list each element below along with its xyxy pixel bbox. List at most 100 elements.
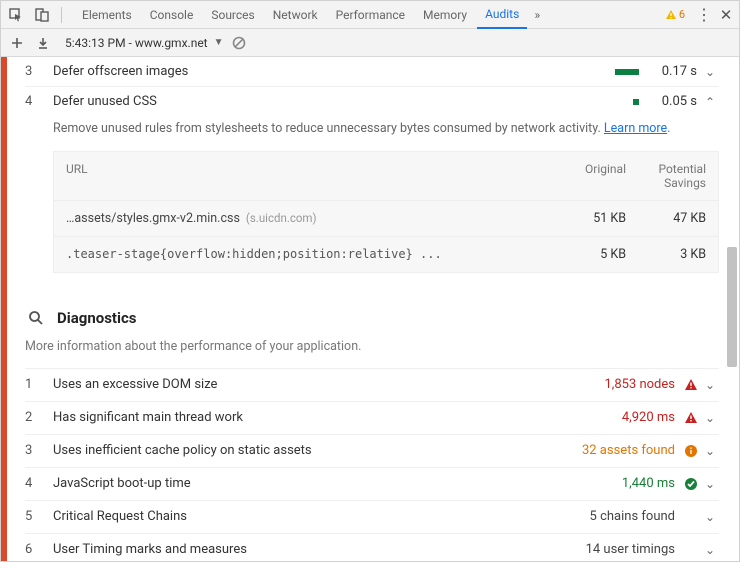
row-number: 2 xyxy=(25,410,53,425)
more-tabs-icon[interactable]: » xyxy=(529,8,545,22)
col-savings: Potential Savings xyxy=(626,162,706,190)
row-value: 4,920 ms xyxy=(622,410,675,425)
diagnostic-row[interactable]: 2Has significant main thread work4,920 m… xyxy=(25,401,719,434)
desc-text-post: . xyxy=(667,121,670,136)
opportunity-row[interactable]: 3 Defer offscreen images 0.17 s ⌄ xyxy=(25,57,719,86)
table-row: .teaser-stage{overflow:hidden;position:r… xyxy=(54,236,718,272)
row-number: 5 xyxy=(25,509,53,524)
warnings-count: 6 xyxy=(679,8,685,21)
chevron-down-icon[interactable]: ⌄ xyxy=(705,510,719,524)
row-number: 6 xyxy=(25,542,53,557)
row-title: Defer offscreen images xyxy=(53,64,579,79)
chevron-down-icon[interactable]: ⌄ xyxy=(705,477,719,491)
status-icon xyxy=(683,410,699,426)
audits-subbar: 5:43:13 PM - www.gmx.net ▼ xyxy=(1,29,739,57)
opportunity-row[interactable]: 4 Defer unused CSS 0.05 s ⌃ xyxy=(25,86,719,116)
close-icon[interactable]: ✕ xyxy=(717,6,735,24)
cell-host: (s.uicdn.com) xyxy=(246,211,317,225)
row-value: 5 chains found xyxy=(590,509,675,524)
diagnostic-row[interactable]: 3Uses inefficient cache policy on static… xyxy=(25,434,719,467)
row-number: 3 xyxy=(25,64,53,79)
search-icon xyxy=(25,307,47,329)
devtools-toolbar: Elements Console Sources Network Perform… xyxy=(1,1,739,29)
diagnostics-list: 1Uses an excessive DOM size1,853 nodes⌄2… xyxy=(25,368,719,561)
row-number: 1 xyxy=(25,377,53,392)
row-title: Uses an excessive DOM size xyxy=(53,377,604,392)
row-value: 1,440 ms xyxy=(622,476,675,491)
download-icon[interactable] xyxy=(33,33,53,53)
status-icon xyxy=(683,542,699,558)
desc-text: Remove unused rules from stylesheets to … xyxy=(53,121,604,136)
devtools-tabs: Elements Console Sources Network Perform… xyxy=(74,1,655,29)
devtools-panel: Elements Console Sources Network Perform… xyxy=(0,0,740,562)
savings-time: 0.05 s xyxy=(647,94,697,109)
status-icon xyxy=(683,377,699,393)
report-selector[interactable]: 5:43:13 PM - www.gmx.net ▼ xyxy=(65,36,224,50)
row-title: Uses inefficient cache policy on static … xyxy=(53,443,582,458)
table-head: URL Original Potential Savings xyxy=(54,152,718,200)
inspect-element-icon[interactable] xyxy=(5,4,27,26)
tab-console[interactable]: Console xyxy=(142,2,202,28)
row-title: User Timing marks and measures xyxy=(53,542,586,557)
col-original: Original xyxy=(546,162,626,190)
clear-icon[interactable] xyxy=(230,34,248,52)
chevron-down-icon[interactable]: ⌄ xyxy=(705,378,719,392)
diagnostic-row[interactable]: 4JavaScript boot-up time1,440 ms ⌄ xyxy=(25,467,719,500)
diagnostic-row[interactable]: 1Uses an excessive DOM size1,853 nodes ⌄ xyxy=(25,368,719,401)
report-label: 5:43:13 PM - www.gmx.net xyxy=(65,36,208,50)
cell-original: 5 KB xyxy=(546,247,626,262)
cell-savings: 47 KB xyxy=(626,211,706,226)
learn-more-link[interactable]: Learn more xyxy=(604,121,667,136)
savings-time: 0.17 s xyxy=(647,64,697,79)
row-title: Defer unused CSS xyxy=(53,94,579,109)
row-value: 14 user timings xyxy=(586,542,675,557)
cell-original: 51 KB xyxy=(546,211,626,226)
device-toolbar-icon[interactable] xyxy=(31,4,53,26)
tab-memory[interactable]: Memory xyxy=(415,2,475,28)
chevron-down-icon: ▼ xyxy=(214,37,224,48)
section-subtitle: More information about the performance o… xyxy=(25,335,719,368)
status-icon xyxy=(683,476,699,492)
audit-content: 3 Defer offscreen images 0.17 s ⌄ 4 Defe… xyxy=(1,57,739,561)
separator xyxy=(61,7,62,23)
diagnostic-row[interactable]: 5Critical Request Chains5 chains found ⌄ xyxy=(25,500,719,533)
status-icon xyxy=(683,443,699,459)
opportunity-description: Remove unused rules from stylesheets to … xyxy=(25,116,719,151)
cell-url: .teaser-stage{overflow:hidden;position:r… xyxy=(66,247,546,261)
savings-bar xyxy=(579,99,639,105)
row-value: 1,853 nodes xyxy=(604,377,675,392)
section-title: Diagnostics xyxy=(57,309,136,327)
chevron-down-icon[interactable]: ⌄ xyxy=(705,411,719,425)
scrollbar-thumb[interactable] xyxy=(727,247,737,367)
row-title: JavaScript boot-up time xyxy=(53,476,622,491)
tab-elements[interactable]: Elements xyxy=(74,2,140,28)
row-value: 32 assets found xyxy=(582,443,675,458)
row-number: 4 xyxy=(25,94,53,109)
chevron-down-icon[interactable]: ⌄ xyxy=(705,65,719,79)
row-number: 4 xyxy=(25,476,53,491)
vertical-scrollbar[interactable] xyxy=(727,87,737,561)
tab-network[interactable]: Network xyxy=(265,2,326,28)
row-title: Has significant main thread work xyxy=(53,410,622,425)
tab-performance[interactable]: Performance xyxy=(328,2,413,28)
cell-url: …assets/styles.gmx-v2.min.css(s.uicdn.co… xyxy=(66,211,546,226)
diagnostic-row[interactable]: 6User Timing marks and measures14 user t… xyxy=(25,533,719,561)
warnings-badge[interactable]: 6 xyxy=(659,8,691,21)
table-row: …assets/styles.gmx-v2.min.css(s.uicdn.co… xyxy=(54,200,718,236)
chevron-down-icon[interactable]: ⌄ xyxy=(705,543,719,557)
status-icon xyxy=(683,509,699,525)
row-title: Critical Request Chains xyxy=(53,509,590,524)
tab-sources[interactable]: Sources xyxy=(203,2,262,28)
col-url: URL xyxy=(66,162,546,190)
savings-bar xyxy=(579,69,639,75)
chevron-down-icon[interactable]: ⌄ xyxy=(705,444,719,458)
kebab-menu-icon[interactable]: ⋮ xyxy=(695,5,713,24)
new-audit-icon[interactable] xyxy=(7,33,27,53)
opportunity-detail-table: URL Original Potential Savings …assets/s… xyxy=(53,151,719,273)
diagnostics-heading: Diagnostics xyxy=(25,289,719,335)
cell-savings: 3 KB xyxy=(626,247,706,262)
row-number: 3 xyxy=(25,443,53,458)
scroll-area[interactable]: 3 Defer offscreen images 0.17 s ⌄ 4 Defe… xyxy=(7,57,739,561)
tab-audits[interactable]: Audits xyxy=(477,1,527,29)
chevron-up-icon[interactable]: ⌃ xyxy=(705,95,719,109)
